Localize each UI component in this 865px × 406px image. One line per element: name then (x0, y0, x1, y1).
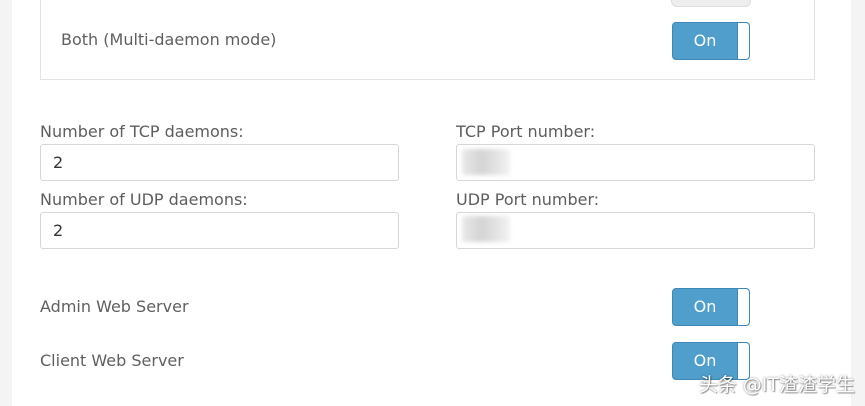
redacted-udp-port (462, 216, 510, 242)
udp-daemons-input[interactable] (40, 212, 399, 249)
admin-web-server-label: Admin Web Server (40, 297, 189, 316)
left-margin-band (0, 0, 12, 406)
partial-toggle-above[interactable] (671, 0, 751, 7)
multi-daemon-toggle-text: On (693, 31, 717, 50)
tcp-port-label: TCP Port number: (456, 122, 596, 141)
tcp-daemons-label: Number of TCP daemons: (40, 122, 244, 141)
tcp-daemons-input[interactable] (40, 144, 399, 181)
toggle-knob (737, 23, 749, 59)
admin-web-server-toggle-text: On (693, 297, 717, 316)
redacted-tcp-port (462, 149, 510, 175)
source-watermark: 头条 @IT渣渣学生 (698, 374, 855, 396)
udp-daemons-label: Number of UDP daemons: (40, 190, 248, 209)
multi-daemon-mode-label: Both (Multi-daemon mode) (61, 30, 277, 49)
udp-port-label: UDP Port number: (456, 190, 600, 209)
right-margin-band (851, 0, 865, 406)
admin-web-server-toggle[interactable]: On (672, 288, 750, 326)
toggle-knob (737, 289, 749, 325)
multi-daemon-toggle[interactable]: On (672, 22, 750, 60)
client-web-server-label: Client Web Server (40, 351, 184, 370)
